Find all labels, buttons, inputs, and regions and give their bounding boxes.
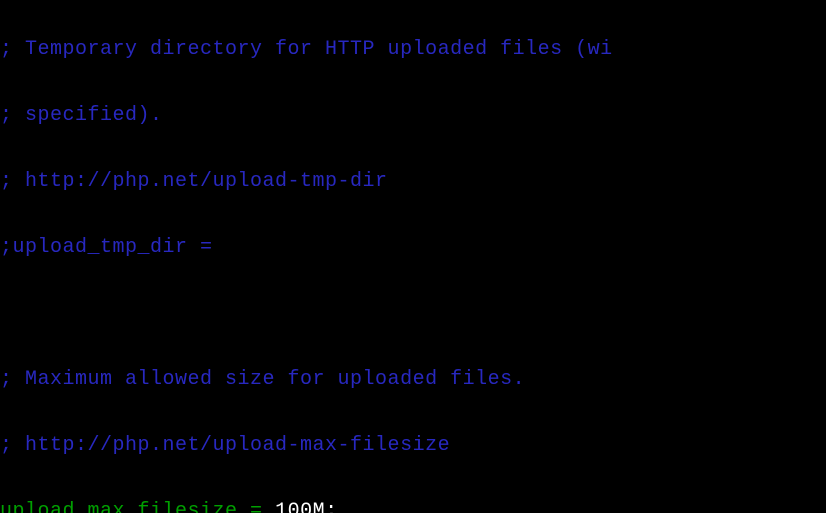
blank-line [0, 297, 826, 330]
setting-value: 100M [275, 500, 325, 513]
setting-key: upload_max_filesize [0, 500, 238, 513]
semicolon: ; [325, 500, 338, 513]
setting-line-upload-max-filesize: upload_max_filesize = 100M; [0, 495, 826, 513]
comment-line: ; specified). [0, 99, 826, 132]
equals-sign: = [238, 500, 276, 513]
comment-line: ; Maximum allowed size for uploaded file… [0, 363, 826, 396]
comment-line: ;upload_tmp_dir = [0, 231, 826, 264]
terminal-editor[interactable]: ; Temporary directory for HTTP uploaded … [0, 0, 826, 513]
comment-line: ; Temporary directory for HTTP uploaded … [0, 33, 826, 66]
comment-line: ; http://php.net/upload-max-filesize [0, 429, 826, 462]
comment-line: ; http://php.net/upload-tmp-dir [0, 165, 826, 198]
